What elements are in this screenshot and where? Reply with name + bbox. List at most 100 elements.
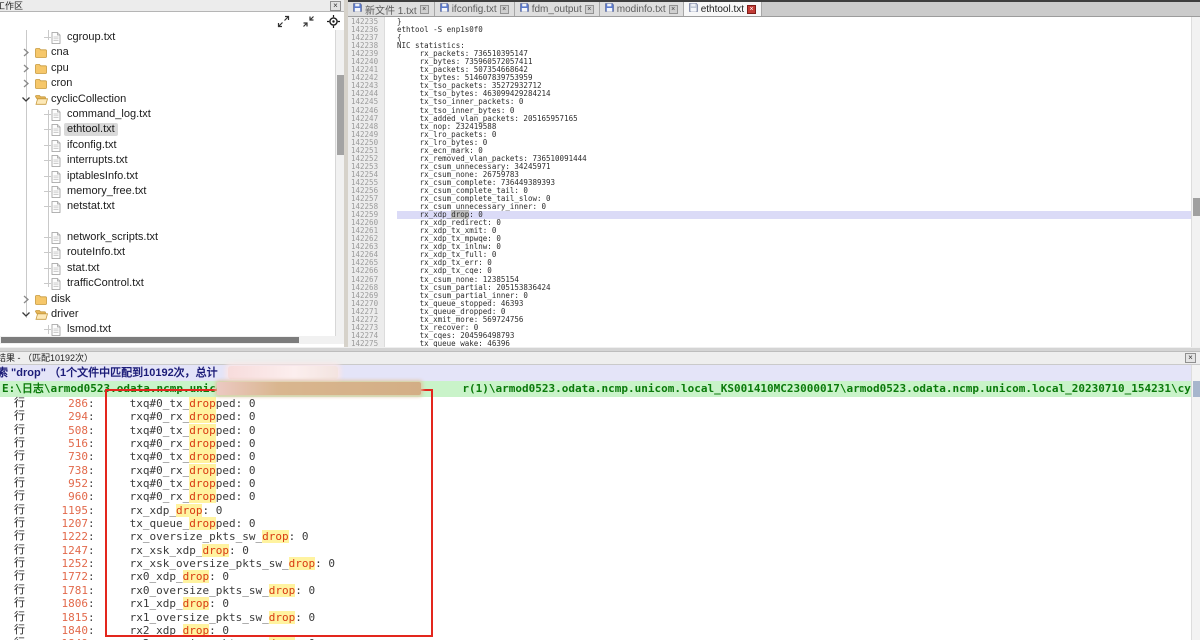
tree-item-label: trafficControl.txt [64, 277, 147, 290]
scrollbar-thumb[interactable] [337, 75, 344, 155]
tree-item-cgroup-txt[interactable]: cgroup.txt [0, 30, 335, 45]
tab-close-icon[interactable]: × [669, 5, 678, 14]
row-colon: : [88, 570, 95, 583]
tree-item-lsmod-txt[interactable]: lsmod.txt [0, 322, 335, 336]
tree-item-cpu[interactable]: cpu [0, 61, 335, 76]
row-colon: : [88, 450, 95, 463]
row-colon: : [88, 584, 95, 597]
line-text: tx_recover: 0 [397, 324, 1191, 332]
tree-item-netstat-txt[interactable]: netstat.txt [0, 199, 335, 214]
tree-item-command-log-txt[interactable]: command_log.txt [0, 107, 335, 122]
row-line-number: 1195 [28, 504, 88, 517]
results-close-icon[interactable]: × [1185, 353, 1196, 363]
editor-tab[interactable]: modinfo.txt× [600, 2, 684, 16]
row-line-number: 960 [28, 490, 88, 503]
editor-lines: 142235}142236ethtool -S enp1s0f0142237{1… [348, 18, 1191, 347]
row-line-label: 行 [14, 490, 28, 503]
chevron-right-icon[interactable] [21, 47, 31, 58]
line-text: tx_tso_inner_packets: 0 [397, 98, 1191, 106]
row-line-label: 行 [14, 544, 28, 557]
collapse-icon[interactable] [302, 15, 315, 28]
tree-item-ethtool-txt[interactable]: ethtool.txt [0, 122, 335, 137]
line-number: 142275 [348, 340, 397, 347]
tree-item-disk[interactable]: disk [0, 292, 335, 307]
row-line-number: 286 [28, 397, 88, 410]
tree-item-cycliccollection[interactable]: cyclicCollection [0, 92, 335, 107]
folder-icon [35, 78, 47, 89]
tab-label: ifconfig.txt [452, 4, 497, 15]
results-vertical-scrollbar[interactable] [1191, 365, 1200, 640]
locate-icon[interactable] [327, 15, 340, 28]
editor-line: 142237{ [348, 34, 1191, 42]
file-icon [51, 232, 63, 243]
tree-item-label: command_log.txt [64, 108, 154, 121]
tree-item-label: memory_free.txt [64, 185, 149, 198]
tree-item-cna[interactable]: cna [0, 45, 335, 60]
tree-item-routeinfo-txt[interactable]: routeInfo.txt [0, 245, 335, 260]
row-line-number: 738 [28, 464, 88, 477]
workspace-panel: 工作区 × cgroup.txtcnacpucroncyclicCollecti… [0, 0, 344, 347]
editor-vertical-scrollbar[interactable] [1191, 17, 1200, 347]
workspace-close-icon[interactable]: × [330, 1, 341, 11]
row-colon: : [88, 597, 95, 610]
expand-icon[interactable] [277, 15, 290, 28]
tree-item-cron[interactable]: cron [0, 76, 335, 91]
line-text: rx_xdp_drop: 0 [397, 211, 1191, 219]
row-colon: : [88, 410, 95, 423]
tree-item-interrupts-txt[interactable]: interrupts.txt [0, 153, 335, 168]
tree-item-iptablesinfo-txt[interactable]: iptablesInfo.txt [0, 169, 335, 184]
tree-item-driver[interactable]: driver [0, 307, 335, 322]
tree-item-label: netstat.txt [64, 200, 118, 213]
scrollbar-thumb[interactable] [1193, 381, 1200, 397]
tree-horizontal-scrollbar[interactable] [0, 336, 344, 344]
chevron-right-icon[interactable] [21, 294, 31, 305]
row-line-number: 294 [28, 410, 88, 423]
tree-item-trafficcontrol-txt[interactable]: trafficControl.txt [0, 276, 335, 291]
row-colon: : [88, 624, 95, 637]
tree-item-ifconfig-txt[interactable]: ifconfig.txt [0, 138, 335, 153]
tree-item-label: routeInfo.txt [64, 246, 128, 259]
tree-item-memory-free-txt[interactable]: memory_free.txt [0, 184, 335, 199]
tree-item-label: iptablesInfo.txt [64, 170, 141, 183]
redaction-blur [228, 366, 338, 379]
tab-close-icon[interactable]: × [747, 5, 756, 14]
line-text: tx_cqes: 204596498793 [397, 332, 1191, 340]
tree-item-label: stat.txt [64, 262, 102, 275]
row-colon: : [88, 530, 95, 543]
chevron-down-icon[interactable] [21, 94, 31, 105]
tab-label: fdm_output [532, 4, 582, 15]
editor-tab[interactable]: ifconfig.txt× [435, 2, 515, 16]
tab-bar: 新文件 1.txt×ifconfig.txt×fdm_output×modinf… [348, 2, 1200, 17]
scrollbar-thumb[interactable] [1, 337, 299, 343]
tab-close-icon[interactable]: × [500, 5, 509, 14]
folder-icon [35, 94, 47, 105]
row-colon: : [88, 544, 95, 557]
chevron-right-icon[interactable] [21, 63, 31, 74]
editor-line: 142275 tx_queue_wake: 46396 [348, 340, 1191, 347]
tree-item-network-scripts-txt[interactable]: network_scripts.txt [0, 230, 335, 245]
row-colon: : [88, 517, 95, 530]
chevron-right-icon[interactable] [21, 78, 31, 89]
row-line-number: 1772 [28, 570, 88, 583]
row-colon: : [88, 424, 95, 437]
line-text: rx_xdp_tx_full: 0 [397, 251, 1191, 259]
row-line-label: 行 [14, 450, 28, 463]
chevron-down-icon[interactable] [21, 309, 31, 320]
tab-close-icon[interactable]: × [420, 5, 429, 14]
tree-item-stat-txt[interactable]: stat.txt [0, 261, 335, 276]
editor-body[interactable]: 142235}142236ethtool -S enp1s0f0142237{1… [348, 17, 1200, 347]
file-icon [51, 32, 63, 43]
tab-close-icon[interactable]: × [585, 5, 594, 14]
row-line-label: 行 [14, 397, 28, 410]
row-colon: : [88, 504, 95, 517]
row-line-label: 行 [14, 410, 28, 423]
editor-tab[interactable]: fdm_output× [515, 2, 600, 16]
editor-tab[interactable]: ethtool.txt× [684, 2, 762, 16]
row-line-label: 行 [14, 570, 28, 583]
scrollbar-thumb[interactable] [1193, 198, 1200, 216]
tree-vertical-scrollbar[interactable] [335, 30, 344, 336]
file-icon [51, 278, 63, 289]
editor-tab[interactable]: 新文件 1.txt× [348, 2, 435, 16]
row-line-number: 952 [28, 477, 88, 490]
file-icon [51, 324, 63, 335]
